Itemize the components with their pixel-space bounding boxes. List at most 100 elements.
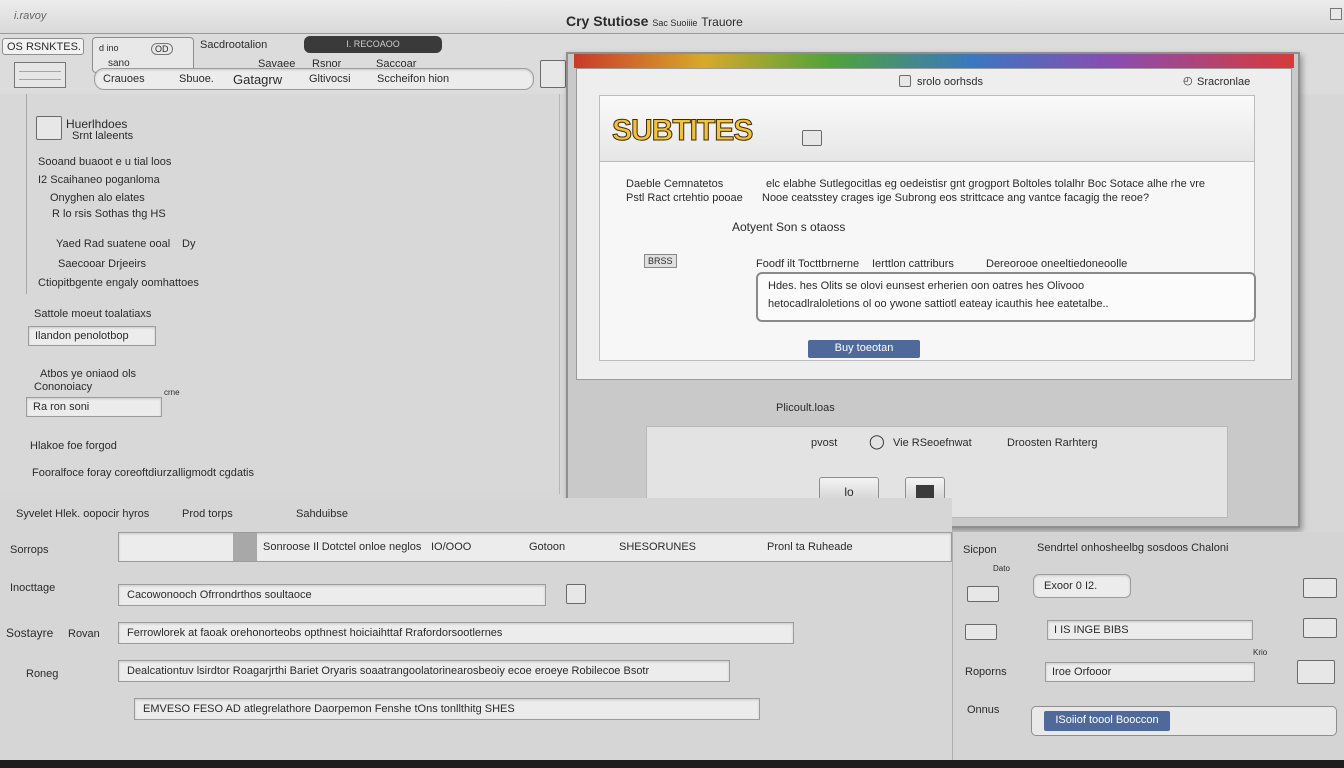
edit-icon[interactable]	[566, 584, 586, 604]
subtitles-logo: SUBTITES	[611, 114, 753, 148]
dialog-header-right: Sracronlae	[1197, 76, 1251, 88]
label-sostayre: Sostayre	[6, 626, 54, 640]
row-1-value: IO/OOO	[431, 541, 472, 553]
input-iroe[interactable]: Iroe Orfooor	[1045, 662, 1255, 682]
tab-os-rsnktes[interactable]: OS RSNKTES.	[2, 38, 84, 55]
logo-banner: SUBTITES	[600, 96, 1254, 162]
props-row-1-field[interactable]: Sonroose Il Dotctel onloe neglos IO/OOO …	[118, 532, 952, 562]
dialog-rainbow-bar	[574, 54, 1294, 68]
dropdown-ilandon[interactable]: Ilandon penolotbop	[28, 326, 156, 346]
window-title-main: Cry Stutiose	[566, 13, 649, 29]
right-label-roporns: Roporns	[965, 666, 1007, 678]
input-exoor[interactable]: Exoor 0 I2.	[1033, 574, 1131, 598]
bottom-frame	[0, 760, 1344, 768]
window-titlebar: i.ravoy Cry Stutiose Sac Suoiiie Trauore	[0, 0, 1344, 34]
right-edge-icon-3[interactable]	[1297, 660, 1335, 684]
info-head-left: Foodf ilt Tocttbrnerne	[756, 258, 860, 270]
row-1-swatch	[233, 533, 257, 561]
row-d-line-2: Cononoiacy	[34, 381, 93, 393]
toolbar-side-icon[interactable]	[540, 60, 566, 88]
window-close-button[interactable]	[1330, 8, 1342, 20]
action-circle-icon[interactable]: ◯	[869, 433, 885, 450]
sub-heading: Aotyent Son s otaoss	[732, 220, 846, 234]
desc-label-1: Daeble Cemnatetos	[626, 178, 724, 190]
left-panel: Huerlhdoes Srnt laleents Sooand buaoot e…	[0, 94, 560, 494]
side-tiny-label: crne	[164, 388, 180, 397]
clock-icon: ◴	[1183, 75, 1193, 87]
action-pvost[interactable]: pvost	[811, 437, 837, 449]
props-header-1: Syvelet Hlek. oopocir hyros	[16, 508, 150, 520]
label-rovan: Rovan	[68, 628, 100, 640]
window-title-right: Trauore	[701, 15, 743, 29]
right-label-sicpon: Sicpon	[963, 544, 997, 556]
window-title: Cry Stutiose Sac Suoiiie Trauore	[566, 13, 743, 29]
tab-gltivocsi[interactable]: Gltivocsi	[309, 73, 351, 85]
right-label-onnus: Onnus	[967, 704, 1000, 716]
lower-label: Plicoult.loas	[776, 402, 835, 414]
right-edge-icon-2[interactable]	[1303, 618, 1337, 638]
action-droosten[interactable]: Droosten Rarhterg	[1007, 437, 1098, 449]
desc-text-2: Nooe ceatsstey crages ige Subrong eos st…	[762, 192, 1150, 204]
app-name-secondary: Srnt laleents	[72, 130, 134, 142]
dialog-window: srolo oorhsds ◴ Sracronlae SUBTITES Daeb…	[566, 52, 1300, 528]
info-callout: Hdes. hes Olits se olovi eunsest erherie…	[756, 272, 1256, 322]
field-dealcation[interactable]: Dealcationtuv lsirdtor Roagarjrthi Barie…	[118, 660, 730, 682]
section-label: Sattole moeut toalatiaxs	[34, 308, 152, 320]
desc-label-2: Pstl Ract crtehtio pooae	[626, 192, 743, 204]
right-icon-b[interactable]	[965, 624, 997, 640]
row-a-text: Yaed Rad suatene ooal	[56, 238, 171, 250]
field-cacowonooch[interactable]: Cacowonooch Ofrrondrthos soultaoce	[118, 584, 546, 606]
info-head-right: Dereorooe oneeltiedoneoolle	[986, 258, 1128, 270]
right-tiny-krio: Krio	[1253, 648, 1268, 657]
list-item[interactable]: Sooand buaoot e u tial loos	[38, 156, 171, 168]
toolbar-grid-icon[interactable]	[14, 62, 66, 88]
tab-crauoes[interactable]: Crauoes	[103, 73, 145, 85]
logo-badge-icon	[802, 130, 822, 146]
row-c-text: Ctiopitbgente engaly oomhattoes	[38, 277, 199, 289]
right-tiny-dato: Dato	[993, 564, 1010, 573]
field-emveso[interactable]: EMVESO FESO AD atlegrelathore Daorpemon …	[134, 698, 760, 720]
right-label-sendrtel: Sendrtel onhosheelbg sosdoos Chaloni	[1037, 542, 1229, 554]
box-dark-icon	[916, 485, 934, 498]
window-corner-label: i.ravoy	[14, 10, 47, 22]
info-head-mid: Ierttlon cattriburs	[872, 258, 954, 270]
action-vie[interactable]: Vie RSeoefnwat	[893, 437, 972, 449]
buy-button[interactable]: Buy toeotan	[808, 340, 920, 358]
list-item[interactable]: Onyghen alo elates	[50, 192, 145, 204]
right-icon-a[interactable]	[967, 586, 999, 602]
dropdown-ra-ron[interactable]: Ra ron soni	[26, 397, 162, 417]
dark-record-button[interactable]: I. RECOAOO	[304, 36, 442, 53]
props-header-3: Sahduibse	[296, 508, 348, 520]
grid-line	[19, 71, 61, 72]
properties-panel: Syvelet Hlek. oopocir hyros Prod torps S…	[0, 498, 952, 760]
dialog-inner: srolo oorhsds ◴ Sracronlae SUBTITES Daeb…	[576, 68, 1292, 380]
dialog-header-title: srolo oorhsds	[917, 76, 984, 88]
row-e-text: Hlakoe foe forgod	[30, 440, 117, 452]
window-title-sub: Sac Suoiiie	[652, 18, 698, 28]
row-b-text: Saecooar Drjeeirs	[58, 258, 147, 270]
right-edge-icon-1[interactable]	[1303, 578, 1337, 598]
right-primary-button[interactable]: ISoiiof toool Booccon	[1044, 711, 1170, 731]
right-button-track: ISoiiof toool Booccon	[1031, 706, 1337, 736]
list-item[interactable]: R lo rsis Sothas thg HS	[52, 208, 166, 220]
label-roneg: Roneg	[26, 668, 59, 680]
label-inocttage: Inocttage	[10, 582, 56, 594]
tab-gatagrw[interactable]: Gatagrw	[233, 72, 282, 87]
input-bibs[interactable]: I IS INGE BIBS	[1047, 620, 1253, 640]
left-list: Sooand buaoot e u tial loos I2 Scaihaneo…	[38, 154, 238, 228]
field-ferrow[interactable]: Ferrowlorek at faoak orehonorteobs opthn…	[118, 622, 794, 644]
row-1-col-2: SHESORUNES	[619, 541, 697, 553]
menu-sacdrootalion[interactable]: Sacdrootalion	[200, 39, 267, 51]
row-1-col-3: Pronl ta Ruheade	[767, 541, 853, 553]
left-panel-rule	[26, 94, 27, 294]
props-header-2: Prod torps	[182, 508, 233, 520]
tab-field-label: d ino	[99, 43, 119, 53]
grid-line	[19, 79, 61, 80]
tab-sccheifon[interactable]: Sccheifon hion	[377, 73, 449, 85]
tab-field-icon: OD	[151, 43, 173, 55]
tab-sbuoe[interactable]: Sbuoe.	[179, 73, 214, 85]
info-line-1: Hdes. hes Olits se olovi eunsest erherie…	[768, 280, 1085, 292]
app-folder-icon	[36, 116, 62, 140]
row-a-right: Dy	[182, 238, 196, 250]
list-item[interactable]: I2 Scaihaneo poganloma	[38, 174, 160, 186]
